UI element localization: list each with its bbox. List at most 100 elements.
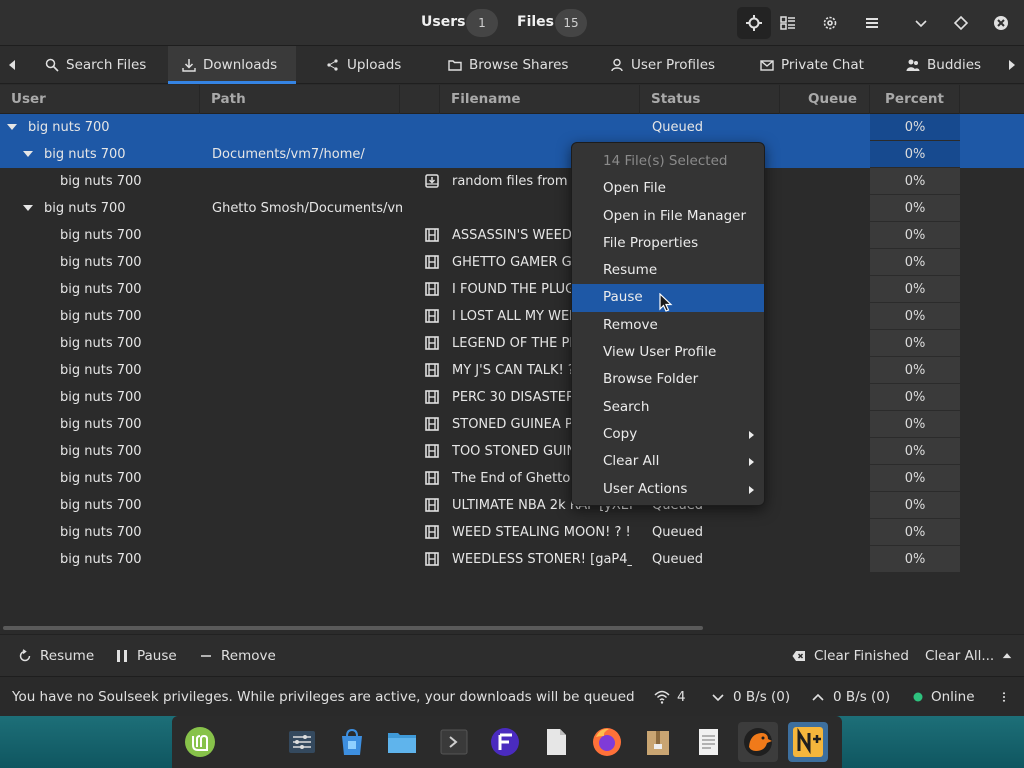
remove-button[interactable]: Remove <box>199 635 276 677</box>
tab-browse-shares[interactable]: Browse Shares <box>434 46 582 84</box>
column-percent[interactable]: Percent <box>870 85 960 114</box>
menu-item-view-user-profile[interactable]: View User Profile <box>572 339 764 366</box>
taskbar-software-manager[interactable] <box>332 722 372 762</box>
status-dot-icon <box>913 692 923 702</box>
maximize-button[interactable] <box>944 7 978 39</box>
table-row[interactable]: big nuts 700 The End of Ghetto S 0% <box>0 465 1024 492</box>
clear-finished-label: Clear Finished <box>814 648 909 664</box>
download-speed-indicator[interactable]: 0 B/s (0) <box>710 677 790 717</box>
pause-button[interactable]: Pause <box>115 635 177 677</box>
table-row[interactable]: big nuts 700 MY J'S CAN TALK! ? ! 0% <box>0 357 1024 384</box>
tab-label: User Profiles <box>631 57 716 73</box>
expander-icon[interactable] <box>23 151 33 157</box>
minimize-button[interactable] <box>904 7 938 39</box>
filename-cell <box>452 114 632 141</box>
taskbar-soulseek-bird[interactable] <box>738 722 778 762</box>
table-row[interactable]: big nuts 700 random files from r 0% <box>0 168 1024 195</box>
table-row[interactable]: big nuts 700 ASSASSIN'S WEED R 0% <box>0 222 1024 249</box>
table-row[interactable]: big nuts 700 TOO STONED GUIN 0% <box>0 438 1024 465</box>
online-status[interactable]: Online <box>912 677 975 717</box>
taskbar-text-editor[interactable] <box>688 722 728 762</box>
percent-cell: 0% <box>870 384 960 411</box>
user-cell: big nuts 700 <box>44 201 126 216</box>
tab-uploads[interactable]: Uploads <box>312 46 415 84</box>
taskbar-archive-manager[interactable] <box>638 722 678 762</box>
user-icon <box>611 58 623 72</box>
table-row[interactable]: big nuts 700 GHETTO GAMER GE 0% <box>0 249 1024 276</box>
column-path[interactable]: Path <box>200 85 400 114</box>
table-row[interactable]: big nuts 700 I LOST ALL MY WEE 0% <box>0 303 1024 330</box>
main-menu-button[interactable] <box>855 7 889 39</box>
column-file-type[interactable] <box>400 85 440 114</box>
tab-private-chat[interactable]: Private Chat <box>746 46 878 84</box>
target-button[interactable] <box>737 7 771 39</box>
percent-cell: 0% <box>870 114 960 141</box>
resume-button[interactable]: Resume <box>18 635 94 677</box>
video-icon <box>425 417 439 431</box>
table-row[interactable]: big nuts 700 I FOUND THE PLUG 0% <box>0 276 1024 303</box>
clear-finished-button[interactable]: Clear Finished <box>792 635 909 677</box>
menu-item-open-file[interactable]: Open File <box>572 175 764 202</box>
transfer-list-button[interactable] <box>771 7 805 39</box>
path-cell <box>212 492 402 519</box>
tabs-scroll-right-icon[interactable] <box>1005 57 1019 73</box>
path-cell <box>212 411 402 438</box>
menu-item-clear-all[interactable]: Clear All <box>572 448 764 475</box>
chevron-down-icon <box>915 20 927 28</box>
horizontal-scrollbar[interactable] <box>3 626 703 630</box>
menu-item-resume[interactable]: Resume <box>572 257 764 284</box>
chevron-down-icon <box>712 694 724 702</box>
table-row[interactable]: big nuts 700 Documents/vm7/home/0% <box>0 141 1024 168</box>
tab-buddies[interactable]: Buddies <box>892 46 995 84</box>
taskbar-menu-button[interactable] <box>180 722 220 762</box>
table-row[interactable]: big nuts 700 LEGEND OF THE PLU 0% <box>0 330 1024 357</box>
menu-item-file-properties[interactable]: File Properties <box>572 230 764 257</box>
menu-item-remove[interactable]: Remove <box>572 312 764 339</box>
menu-item-copy[interactable]: Copy <box>572 421 764 448</box>
expander-icon[interactable] <box>23 205 33 211</box>
submenu-arrow-icon <box>749 485 754 494</box>
column-filename[interactable]: Filename <box>440 85 640 114</box>
tab-user-profiles[interactable]: User Profiles <box>596 46 729 84</box>
taskbar-file-manager[interactable] <box>382 722 422 762</box>
tabs-scroll-left-icon[interactable] <box>5 57 19 73</box>
taskbar-text-file[interactable] <box>536 722 576 762</box>
path-cell: Ghetto Smosh/Documents/vm <box>212 201 402 216</box>
column-user[interactable]: User <box>0 85 200 114</box>
preferences-button[interactable] <box>813 7 847 39</box>
table-row[interactable]: big nuts 700 Ghetto Smosh/Documents/vm 0% <box>0 195 1024 222</box>
table-row[interactable]: big nuts 700 STONED GUINEA PI 0% <box>0 411 1024 438</box>
download-icon <box>182 59 196 72</box>
clear-all-button[interactable]: Clear All... <box>925 635 1012 677</box>
taskbar-terminal[interactable] <box>434 722 474 762</box>
column-status[interactable]: Status <box>640 85 780 114</box>
path-cell <box>212 546 402 573</box>
path-cell <box>212 384 402 411</box>
tab-search-files[interactable]: Search Files <box>31 46 160 84</box>
status-menu-button[interactable] <box>998 677 1010 717</box>
taskbar-settings-app[interactable] <box>282 722 322 762</box>
connections-indicator[interactable]: 4 <box>654 677 686 717</box>
taskbar-app-f[interactable] <box>485 722 525 762</box>
table-row[interactable]: big nuts 700ULTIMATE NBA 2k RAP [yXEN9Qu… <box>0 492 1024 519</box>
video-icon <box>425 552 439 566</box>
tab-downloads[interactable]: Downloads <box>168 46 296 84</box>
expander-icon[interactable] <box>7 124 17 130</box>
column-queue[interactable]: Queue <box>780 85 870 114</box>
menu-item-search[interactable]: Search <box>572 394 764 421</box>
video-icon <box>425 282 439 296</box>
taskbar-nicotine[interactable] <box>788 722 828 762</box>
menu-item-label: Open File <box>603 180 666 197</box>
table-row[interactable]: big nuts 700WEEDLESS STONER! [gaP4_z07iQ… <box>0 546 1024 573</box>
upload-speed: 0 B/s (0) <box>833 689 891 705</box>
table-row[interactable]: big nuts 700 WEED STEALING MOON! ? ! ? [Q… <box>0 519 1024 546</box>
close-button[interactable] <box>984 7 1018 39</box>
upload-speed-indicator[interactable]: 0 B/s (0) <box>810 677 890 717</box>
menu-item-open-in-file-manager[interactable]: Open in File Manager <box>572 203 764 230</box>
menu-item-user-actions[interactable]: User Actions <box>572 476 764 503</box>
path-cell <box>212 465 402 492</box>
taskbar-firefox[interactable] <box>587 722 627 762</box>
menu-item-browse-folder[interactable]: Browse Folder <box>572 366 764 393</box>
table-row[interactable]: big nuts 700 PERC 30 DISASTER!! 0% <box>0 384 1024 411</box>
table-row[interactable]: big nuts 700 Queued 0% <box>0 114 1024 141</box>
